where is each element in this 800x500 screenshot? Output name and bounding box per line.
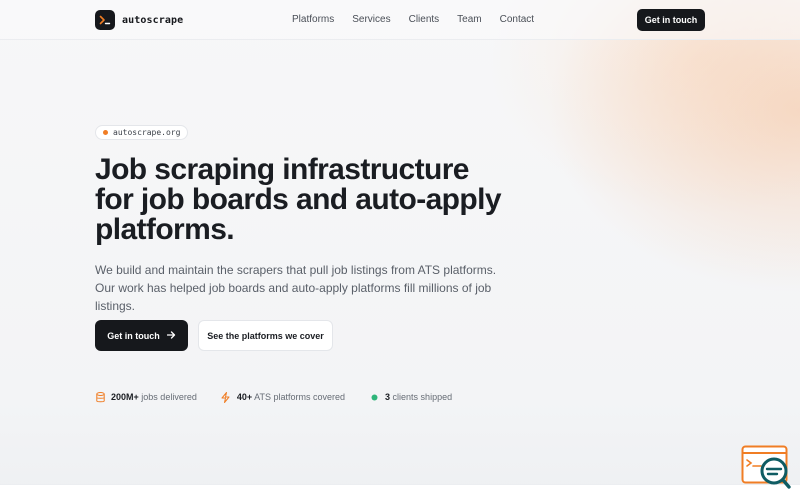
brand-logo[interactable]: autoscrape: [95, 10, 183, 30]
hero-title: Job scraping infrastructure for job boar…: [95, 155, 535, 245]
stat-clients-shipped: 3 clients shipped: [369, 391, 452, 403]
hero-subtitle: We build and maintain the scrapers that …: [95, 263, 497, 313]
stat-value: 3: [385, 392, 391, 402]
nav-item-contact[interactable]: Contact: [500, 14, 534, 25]
stats-row: 200M+ jobs delivered 40+ ATS platforms c…: [95, 391, 452, 403]
nav-item-clients[interactable]: Clients: [409, 14, 440, 25]
stat-jobs-delivered: 200M+ jobs delivered: [95, 391, 197, 403]
stat-value: 200M+: [111, 392, 139, 402]
stat-value: 40+: [236, 392, 253, 402]
stat-label: ATS platforms covered: [254, 392, 346, 402]
terminal-icon: [95, 10, 115, 30]
header-get-in-touch-button[interactable]: Get in touch: [637, 9, 705, 31]
hero-title-line: Job scraping infrastructure: [95, 153, 469, 186]
domain-badge-text: autoscrape.org: [113, 128, 181, 137]
next-section-edge: [0, 484, 800, 500]
lightning-icon: [221, 391, 231, 403]
status-dot-icon: [369, 391, 379, 403]
arrow-right-icon: [166, 330, 176, 341]
nav-item-services[interactable]: Services: [352, 14, 390, 25]
brand-name: autoscrape: [122, 14, 184, 26]
site-header: autoscrape Platforms Services Clients Te…: [0, 0, 800, 40]
badge-dot-icon: [103, 130, 108, 135]
domain-badge: autoscrape.org: [95, 125, 189, 140]
hero-title-line: for job boards and auto-apply: [95, 183, 502, 216]
stat-label: jobs delivered: [141, 392, 197, 402]
stat-label: clients shipped: [392, 392, 453, 402]
browser-search-icon[interactable]: [741, 445, 791, 489]
see-platforms-button[interactable]: See the platforms we cover: [198, 320, 333, 351]
nav-item-platforms[interactable]: Platforms: [292, 14, 334, 25]
database-icon: [95, 391, 105, 403]
hero-title-line: platforms.: [95, 213, 235, 246]
hero-get-in-touch-button[interactable]: Get in touch: [95, 320, 188, 351]
hero-cta-group: Get in touch See the platforms we cover: [95, 320, 333, 351]
main-nav: Platforms Services Clients Team Contact: [292, 14, 552, 25]
nav-item-team[interactable]: Team: [457, 14, 481, 25]
hero-get-in-touch-label: Get in touch: [107, 330, 160, 341]
stat-ats-platforms: 40+ ATS platforms covered: [221, 391, 345, 403]
hero-section: autoscrape.org Job scraping infrastructu…: [95, 122, 535, 315]
